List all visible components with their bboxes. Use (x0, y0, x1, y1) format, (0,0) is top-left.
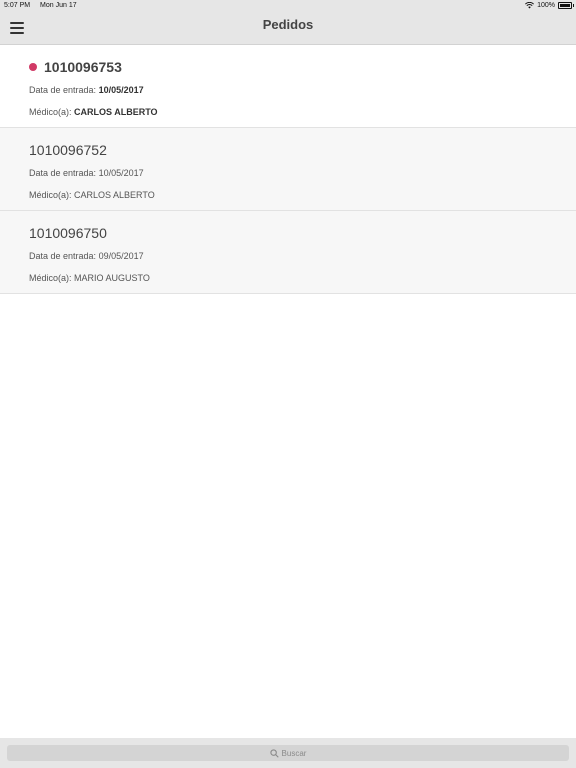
wifi-icon (525, 2, 535, 9)
unread-indicator-icon (29, 63, 37, 71)
date-label: Data de entrada: (29, 168, 97, 178)
order-row[interactable]: 1010096753 Data de entrada: 10/05/2017 M… (0, 45, 576, 128)
navigation-bar: Pedidos (0, 12, 576, 45)
menu-bar (10, 32, 24, 34)
date-value: 10/05/2017 (98, 85, 144, 95)
battery-icon (558, 2, 574, 9)
page-title: Pedidos (262, 17, 314, 32)
doctor-label: Médico(a): (29, 273, 72, 283)
status-date: Mon Jun 17 (40, 2, 77, 9)
status-bar: 5:07 PM Mon Jun 17 100% (0, 0, 576, 12)
doctor-value: CARLOS ALBERTO (74, 107, 158, 117)
battery-percentage: 100% (537, 2, 555, 9)
search-bar: Buscar (0, 738, 576, 768)
order-row[interactable]: 1010096752 Data de entrada: 10/05/2017 M… (0, 128, 576, 211)
date-label: Data de entrada: (29, 85, 97, 95)
search-icon (269, 748, 279, 758)
search-input[interactable]: Buscar (7, 745, 569, 761)
search-placeholder: Buscar (281, 748, 307, 758)
order-date: Data de entrada: 10/05/2017 (29, 168, 144, 178)
order-date: Data de entrada: 09/05/2017 (29, 251, 144, 261)
order-row[interactable]: 1010096750 Data de entrada: 09/05/2017 M… (0, 211, 576, 294)
order-id: 1010096752 (29, 142, 107, 158)
status-left: 5:07 PM Mon Jun 17 (4, 2, 77, 9)
doctor-value: CARLOS ALBERTO (74, 190, 155, 200)
doctor-value: MARIO AUGUSTO (74, 273, 150, 283)
order-doctor: Médico(a): CARLOS ALBERTO (29, 107, 158, 117)
status-time: 5:07 PM (4, 2, 31, 9)
status-right: 100% (525, 2, 574, 9)
order-date: Data de entrada: 10/05/2017 (29, 85, 144, 95)
date-label: Data de entrada: (29, 251, 97, 261)
date-value: 09/05/2017 (98, 251, 144, 261)
orders-list: 1010096753 Data de entrada: 10/05/2017 M… (0, 45, 576, 294)
date-value: 10/05/2017 (98, 168, 144, 178)
order-doctor: Médico(a): CARLOS ALBERTO (29, 190, 155, 200)
order-id: 1010096750 (29, 225, 107, 241)
order-doctor: Médico(a): MARIO AUGUSTO (29, 273, 150, 283)
doctor-label: Médico(a): (29, 190, 72, 200)
doctor-label: Médico(a): (29, 107, 72, 117)
order-id: 1010096753 (44, 59, 122, 75)
